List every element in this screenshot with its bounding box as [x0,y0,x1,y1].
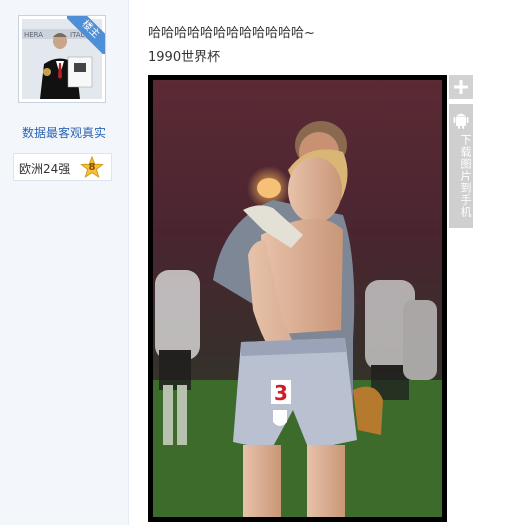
post-subtitle: 1990世界杯 [148,50,221,65]
android-icon [453,113,469,129]
author-name-link[interactable]: 数据最客观真实 [0,124,128,141]
op-badge: 楼主 [67,16,105,54]
rank-level: 8 [88,162,96,173]
zoom-button[interactable] [449,75,473,99]
author-rank: 欧洲24强 8 [13,153,112,181]
download-label: 下载图片到手机 [459,134,472,218]
post-photo[interactable]: 3 [148,75,447,522]
plus-icon [454,80,468,94]
svg-text:HERA: HERA [24,31,43,39]
photo-image: 3 [153,80,442,517]
author-sidebar: HERA ITAL M 楼主 数据最客观真实 欧洲24强 8 [0,0,129,525]
avatar-frame[interactable]: HERA ITAL M 楼主 [18,15,106,103]
rank-label: 欧洲24强 [19,162,71,176]
op-badge-label: 楼主 [67,16,105,54]
shirt-number: 3 [274,381,288,405]
post-title: 哈哈哈哈哈哈哈哈哈哈哈哈~ [148,26,315,41]
download-to-phone-button[interactable]: 下载图片到手机 [449,104,473,228]
